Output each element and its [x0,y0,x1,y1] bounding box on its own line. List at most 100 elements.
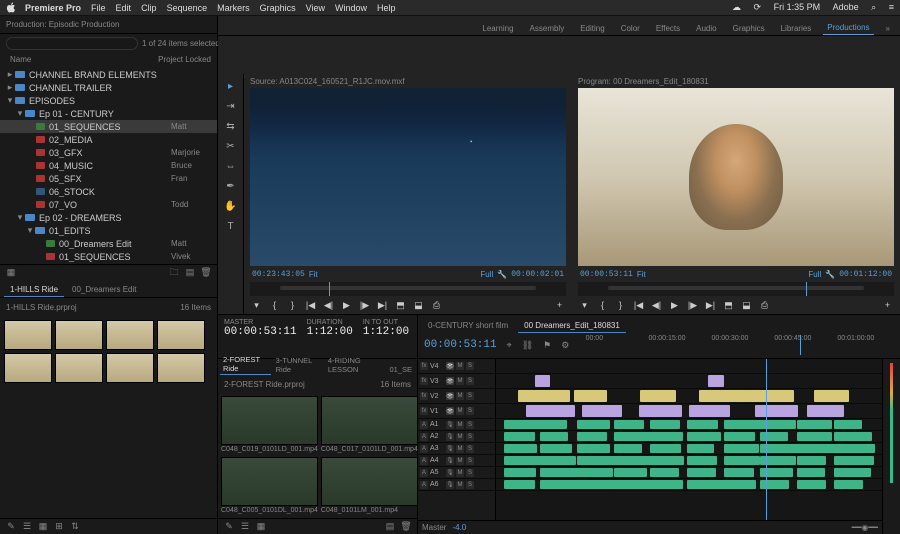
media-clip[interactable]: C048_C019_0101LD_001.mp4 [221,396,318,454]
bin-thumb[interactable] [157,320,205,350]
tree-row[interactable]: 01_SEQUENCESMatt [0,120,217,133]
tree-row[interactable]: ▾Ep 02 - DREAMERS [0,211,217,224]
play-icon[interactable]: ▶ [340,299,353,312]
marker-icon[interactable]: ▾ [250,299,263,312]
audio-track-header[interactable]: AA1🎙MS [418,419,495,431]
mb-tab-4[interactable]: 01_SE [386,364,415,375]
tree-row[interactable]: 02_MEDIA [0,133,217,146]
ws-tab-audio[interactable]: Audio [692,22,720,35]
menu-clip[interactable]: Clip [141,3,157,13]
new-item-icon[interactable]: ▤ [185,268,195,278]
ws-tab-color[interactable]: Color [617,22,644,35]
video-track-header[interactable]: fxV1👁MS [418,404,495,419]
list-view-icon[interactable]: ☰ [240,522,250,532]
wrench-icon[interactable]: 🔧 [825,270,835,279]
search-icon[interactable]: ⌕ [871,2,876,12]
media-clip[interactable]: C048_C017_0101LD_001.mp4 [321,396,418,454]
video-track-header[interactable]: fxV4👁MS [418,359,495,374]
mark-in-icon[interactable]: { [268,299,281,312]
extract-icon[interactable]: ⬓ [740,299,753,312]
bin-thumb[interactable] [4,353,52,383]
settings-icon[interactable]: ⚙ [561,340,569,351]
tree-row[interactable]: ▸CHANNEL BRAND ELEMENTS [0,68,217,81]
sync-icon[interactable]: ⟳ [754,2,762,12]
media-clip[interactable]: C048_C005_0101DL_001.mp4 [221,457,318,515]
program-frame[interactable] [578,88,894,266]
source-scrub[interactable] [250,282,566,296]
mark-out-icon[interactable]: } [614,299,627,312]
zoom-slider[interactable]: ━━◉━━ [852,523,878,532]
tree-row[interactable]: ▾EPISODES [0,94,217,107]
mb-tab-1[interactable]: 2-FOREST Ride [220,354,271,375]
tree-row[interactable]: ▾01_EDITS [0,224,217,237]
menu-view[interactable]: View [306,3,325,13]
step-fwd-icon[interactable]: |▶ [358,299,371,312]
timeline-playhead-tc[interactable]: 00:00:53:11 [424,339,497,351]
ws-overflow-icon[interactable]: » [882,22,894,35]
bin-thumb[interactable] [106,353,154,383]
ws-tab-learning[interactable]: Learning [478,22,517,35]
ws-tab-productions[interactable]: Productions [823,21,873,35]
trash-icon[interactable]: 🗑 [401,522,411,532]
menu-sequence[interactable]: Sequence [167,3,208,13]
bin-thumb[interactable] [4,320,52,350]
track-select-tool-icon[interactable]: ⇥ [223,98,239,114]
hand-tool-icon[interactable]: ✋ [223,198,239,214]
timeline-tab-2[interactable]: 00 Dreamers_Edit_180831 [518,319,626,333]
menu-icon[interactable]: ≡ [889,2,894,12]
tree-row[interactable]: 05_SFXFran [0,172,217,185]
button-editor-icon[interactable]: + [553,299,566,312]
ws-tab-assembly[interactable]: Assembly [526,22,569,35]
insert-icon[interactable]: ⬒ [394,299,407,312]
audio-track-header[interactable]: AA3🎙MS [418,443,495,455]
tree-row[interactable]: 01_SEQUENCESVivek [0,250,217,263]
program-tc-in[interactable]: 00:00:53:11 [580,270,633,279]
step-fwd-icon[interactable]: |▶ [686,299,699,312]
bin-tab-2[interactable]: 00_Dreamers Edit [66,283,142,297]
lift-icon[interactable]: ⬒ [722,299,735,312]
selection-tool-icon[interactable]: ▸ [223,78,239,94]
menu-window[interactable]: Window [335,3,367,13]
audio-track-header[interactable]: AA6🎙MS [418,479,495,491]
goto-in-icon[interactable]: |◀ [632,299,645,312]
master-db[interactable]: -4.0 [452,523,466,532]
project-search-input[interactable] [6,37,138,50]
ws-tab-effects[interactable]: Effects [652,22,684,35]
tree-row[interactable]: 04_MUSICBruce [0,159,217,172]
tree-row[interactable]: ▸CHANNEL TRAILER [0,81,217,94]
goto-out-icon[interactable]: ▶| [704,299,717,312]
source-frame[interactable] [250,88,566,266]
marker-add-icon[interactable]: ⚑ [543,340,551,351]
type-tool-icon[interactable]: T [223,218,239,234]
ws-tab-editing[interactable]: Editing [576,22,608,35]
project-tree[interactable]: ▸CHANNEL BRAND ELEMENTS▸CHANNEL TRAILER▾… [0,66,217,264]
menu-help[interactable]: Help [377,3,396,13]
mb-tab-2[interactable]: 3-TUNNEL Ride [273,355,323,375]
bin-thumb[interactable] [55,320,103,350]
tree-row[interactable]: 00_Dreamers EditMatt [0,237,217,250]
program-full[interactable]: Full [808,270,821,279]
tree-row[interactable]: 07_VOTodd [0,198,217,211]
bin-thumb[interactable] [55,353,103,383]
export-frame-icon[interactable]: ⎙ [758,299,771,312]
razor-tool-icon[interactable]: ✂ [223,138,239,154]
ripple-tool-icon[interactable]: ⇆ [223,118,239,134]
audio-track-header[interactable]: AA4🎙MS [418,455,495,467]
video-track-header[interactable]: fxV3👁MS [418,374,495,389]
wrench-icon[interactable]: 🔧 [497,270,507,279]
goto-out-icon[interactable]: ▶| [376,299,389,312]
menu-graphics[interactable]: Graphics [260,3,296,13]
marker-icon[interactable]: ▾ [578,299,591,312]
new-item-icon[interactable]: ▤ [385,522,395,532]
menu-file[interactable]: File [91,3,106,13]
menu-markers[interactable]: Markers [217,3,250,13]
ws-tab-libraries[interactable]: Libraries [777,22,816,35]
icon-view-icon[interactable]: ▦ [38,522,48,532]
source-fit[interactable]: Fit [309,270,318,279]
track-lanes[interactable] [496,359,882,520]
track-headers[interactable]: fxV4👁MSfxV3👁MSfxV2👁MSfxV1👁MSAA1🎙MSAA2🎙MS… [418,359,496,520]
slip-tool-icon[interactable]: ⇔ [223,158,239,174]
bin-thumb[interactable] [106,320,154,350]
export-frame-icon[interactable]: ⎙ [430,299,443,312]
swatch-icon[interactable]: ▦ [6,268,16,278]
